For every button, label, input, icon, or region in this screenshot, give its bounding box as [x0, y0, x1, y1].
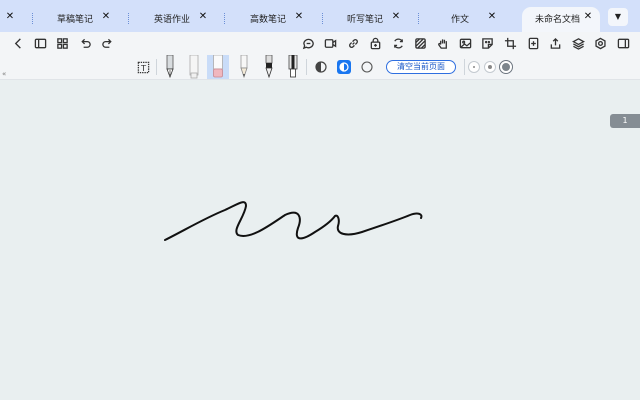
tab-separator — [224, 13, 225, 24]
tab-close-icon[interactable]: ✕ — [389, 10, 403, 24]
undo-icon[interactable] — [78, 36, 92, 50]
tab-bar: ✕ 草稿笔记 ✕ 英语作业 ✕ 高数笔记 ✕ 听写笔记 ✕ 作文 ✕ 未命名文档… — [0, 0, 640, 32]
marker-tool[interactable] — [282, 55, 304, 79]
tab-close-icon[interactable]: ✕ — [581, 10, 595, 24]
sidebar-icon[interactable] — [33, 36, 47, 50]
tab-close-icon[interactable]: ✕ — [99, 10, 113, 24]
panel-icon[interactable] — [616, 36, 630, 50]
tab-close-icon[interactable]: ✕ — [3, 10, 17, 24]
highlighter-tool[interactable] — [183, 55, 205, 79]
pressure-mode-toggle[interactable] — [314, 60, 328, 74]
hand-icon[interactable] — [436, 36, 450, 50]
divider — [464, 59, 465, 75]
tab-close-icon[interactable]: ✕ — [292, 10, 306, 24]
eraser-tool[interactable] — [207, 55, 229, 79]
size-dot — [502, 63, 510, 71]
fountain-pen-tool[interactable] — [159, 55, 181, 79]
tab-close-icon[interactable]: ✕ — [485, 10, 499, 24]
divider — [156, 59, 157, 75]
tab-label: 听写笔记 — [347, 15, 384, 25]
text-tool-glyph: T — [139, 62, 146, 72]
grid-icon[interactable] — [55, 36, 69, 50]
tab-separator — [32, 13, 33, 24]
tab-separator — [418, 13, 419, 24]
stroke-size-large[interactable] — [499, 60, 513, 74]
toggle-half-icon — [339, 62, 349, 72]
eraser-icon — [213, 55, 223, 78]
tab-0[interactable]: ✕ — [0, 8, 33, 32]
tab-english-homework[interactable]: 英语作业 ✕ — [130, 8, 225, 32]
tab-label: 未命名文档 — [535, 15, 581, 25]
collapse-marker-icon[interactable]: « — [2, 70, 6, 78]
crop-icon[interactable] — [503, 36, 517, 50]
refresh-icon[interactable] — [391, 36, 405, 50]
ballpoint-pen-tool[interactable] — [258, 55, 280, 79]
tab-math-notes[interactable]: 高数笔记 ✕ — [226, 8, 323, 32]
text-tool-icon[interactable]: T — [136, 60, 150, 74]
clear-page-button[interactable]: 清空当前页面 — [386, 60, 456, 74]
circle-outline-icon — [361, 61, 373, 73]
back-icon[interactable] — [11, 36, 25, 50]
size-dot — [473, 66, 475, 68]
lock-add-icon[interactable] — [368, 36, 382, 50]
tab-draft-notes[interactable]: 草稿笔记 ✕ — [34, 8, 129, 32]
toggle-half-icon — [315, 61, 327, 73]
tab-separator — [128, 13, 129, 24]
size-dot — [488, 65, 492, 69]
tab-label: 作文 — [451, 15, 470, 25]
ink-layer — [164, 201, 423, 241]
tab-essay[interactable]: 作文 ✕ — [420, 8, 520, 32]
link-icon[interactable] — [346, 36, 360, 50]
highlighter-icon — [189, 55, 199, 79]
stroke-size-medium[interactable] — [484, 61, 496, 73]
main-toolbar — [0, 32, 640, 54]
tab-list-dropdown-button[interactable]: ▼ — [608, 8, 628, 26]
tab-untitled-document[interactable]: 未命名文档 ✕ — [522, 7, 600, 32]
pattern-icon[interactable] — [413, 36, 427, 50]
tab-label: 高数笔记 — [250, 15, 287, 25]
marker-icon — [288, 55, 298, 78]
pencil-icon — [240, 55, 248, 79]
page-number-badge[interactable]: 1 — [610, 114, 640, 128]
tab-close-icon[interactable]: ✕ — [196, 10, 210, 24]
tab-label: 英语作业 — [154, 15, 191, 25]
sticker-icon[interactable] — [480, 36, 494, 50]
pen-toolbar: T 清空当前页面 — [0, 54, 640, 80]
drawing-canvas[interactable] — [0, 80, 640, 400]
ink-stroke — [164, 201, 423, 241]
fountain-pen-icon — [166, 55, 174, 79]
image-icon[interactable] — [458, 36, 472, 50]
stroke-size-small[interactable] — [468, 61, 480, 73]
ballpoint-pen-icon — [265, 55, 273, 79]
outline-mode-toggle[interactable] — [360, 60, 374, 74]
tab-label: 草稿笔记 — [57, 15, 94, 25]
insert-page-icon[interactable] — [526, 36, 540, 50]
redo-icon[interactable] — [100, 36, 114, 50]
divider — [306, 59, 307, 75]
layers-icon[interactable] — [571, 36, 585, 50]
settings-icon[interactable] — [593, 36, 607, 50]
smooth-mode-toggle[interactable] — [337, 60, 351, 74]
video-icon[interactable] — [323, 36, 337, 50]
comment-icon[interactable] — [301, 36, 315, 50]
share-icon[interactable] — [548, 36, 562, 50]
pencil-tool[interactable] — [233, 55, 255, 79]
tab-dictation-notes[interactable]: 听写笔记 ✕ — [323, 8, 419, 32]
